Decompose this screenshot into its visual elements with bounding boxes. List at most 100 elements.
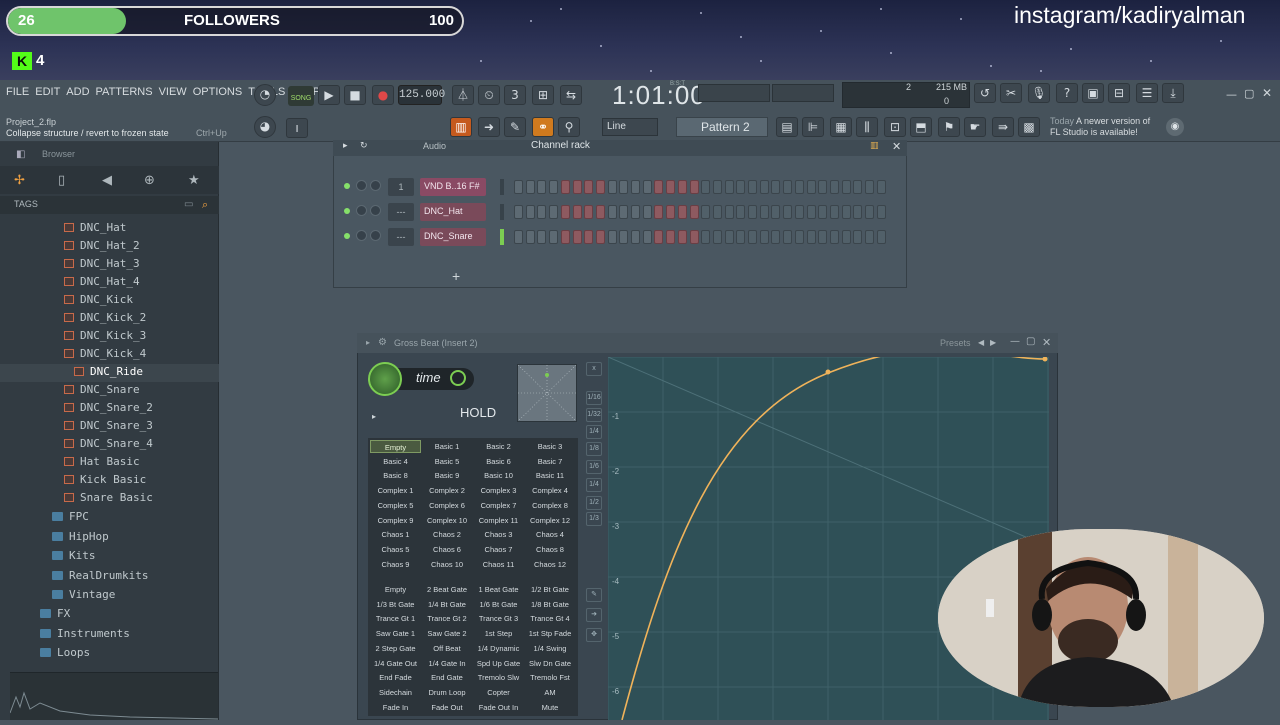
channel-number[interactable]: --- <box>388 203 414 221</box>
volume-preset[interactable]: 2 Beat Gate <box>422 583 473 596</box>
step-edit-icon[interactable]: ⊞ <box>532 85 554 105</box>
gb-maximize-icon[interactable]: ▢ <box>1026 336 1035 347</box>
plugin-db-icon[interactable]: ⚑ <box>938 117 960 137</box>
step-button[interactable] <box>595 205 605 219</box>
prev-preset-icon[interactable]: ◀ <box>978 338 984 347</box>
menu-edit[interactable]: EDIT <box>35 86 60 98</box>
step-button[interactable] <box>771 180 781 194</box>
channel-pan-knob[interactable] <box>356 205 367 216</box>
channel-name-button[interactable]: VND B..16 F# <box>420 178 486 196</box>
step-button[interactable] <box>560 230 570 244</box>
hold-button[interactable]: HOLD <box>460 405 496 425</box>
step-button[interactable] <box>642 180 652 194</box>
time-preset[interactable]: Empty <box>370 440 421 453</box>
browser-file[interactable]: DNC_Kick <box>64 293 133 311</box>
step-button[interactable] <box>759 205 769 219</box>
step-button[interactable] <box>607 230 617 244</box>
minimize-icon[interactable]: — <box>1226 88 1237 101</box>
pattern-selector[interactable]: Pattern 2 <box>676 117 768 137</box>
step-button[interactable] <box>666 180 676 194</box>
search-icon[interactable]: ⌕ <box>202 198 208 212</box>
browser-file[interactable]: DNC_Kick_2 <box>64 311 146 329</box>
step-button[interactable] <box>631 180 640 194</box>
step-button[interactable] <box>631 230 640 244</box>
grid-size-button[interactable]: x <box>586 362 602 376</box>
grid-size-button[interactable]: 1/4 <box>586 478 602 492</box>
gb-gear-icon[interactable]: ⚙ <box>378 337 387 348</box>
step-button[interactable] <box>759 180 769 194</box>
browser-file[interactable]: DNC_Kick_4 <box>64 347 146 365</box>
power-icon[interactable] <box>450 370 466 386</box>
volume-preset[interactable]: 1/4 Swing <box>525 642 576 655</box>
browser-root-folder[interactable]: FX <box>40 607 70 625</box>
grid-size-button[interactable]: 1/3 <box>586 512 602 526</box>
step-button[interactable] <box>853 180 863 194</box>
grid-size-button[interactable]: 1/6 <box>586 460 602 474</box>
volume-preset[interactable]: Fade Out In <box>473 701 524 714</box>
menu-view[interactable]: VIEW <box>159 86 187 98</box>
browser-file[interactable]: DNC_Snare_2 <box>64 401 153 419</box>
channel-rack-icon[interactable]: ▦ <box>830 117 852 137</box>
step-button[interactable] <box>549 205 559 219</box>
tempo-tap-icon[interactable]: ⇛ <box>992 117 1014 137</box>
step-button[interactable] <box>853 205 863 219</box>
time-preset[interactable]: Basic 1 <box>422 440 473 453</box>
volume-preset[interactable]: Slw Dn Gate <box>525 657 576 670</box>
performance-icon[interactable]: ▩ <box>1018 117 1040 137</box>
time-preset[interactable]: Basic 11 <box>525 469 576 482</box>
step-button[interactable] <box>595 180 605 194</box>
step-button[interactable] <box>584 230 594 244</box>
audio-tab-icon[interactable]: ◀ <box>102 173 112 188</box>
browser-file[interactable]: DNC_Hat_2 <box>64 239 140 257</box>
volume-preset[interactable]: End Fade <box>370 671 421 684</box>
step-button[interactable] <box>584 205 594 219</box>
step-button[interactable] <box>631 205 640 219</box>
time-preset[interactable]: Basic 9 <box>422 469 473 482</box>
step-button[interactable] <box>748 205 757 219</box>
step-button[interactable] <box>537 180 547 194</box>
step-button[interactable] <box>818 230 828 244</box>
browser-file[interactable]: DNC_Kick_3 <box>64 329 146 347</box>
step-button[interactable] <box>584 180 594 194</box>
presets-menu[interactable]: Presets <box>940 338 971 348</box>
time-preset[interactable]: Basic 3 <box>525 440 576 453</box>
volume-preset[interactable]: Tremolo Slw <box>473 671 524 684</box>
channel-name-button[interactable]: DNC_Snare <box>420 228 486 246</box>
channel-led[interactable] <box>344 233 350 239</box>
step-button[interactable] <box>794 205 804 219</box>
volume-preset[interactable]: 1 Beat Gate <box>473 583 524 596</box>
gb-minimize-icon[interactable]: — <box>1010 336 1020 347</box>
step-button[interactable] <box>841 205 851 219</box>
pattern-mode-icon[interactable]: ı <box>286 118 308 138</box>
volume-preset[interactable]: Trance Gt 4 <box>525 612 576 625</box>
volume-preset[interactable]: 1/8 Bt Gate <box>525 598 576 611</box>
time-preset[interactable]: Basic 2 <box>473 440 524 453</box>
time-preset[interactable]: Basic 10 <box>473 469 524 482</box>
time-preset[interactable]: Basic 5 <box>422 455 473 468</box>
save-icon[interactable]: ▣ <box>1082 83 1104 103</box>
time-preset[interactable]: Complex 3 <box>473 484 524 497</box>
volume-preset[interactable]: 1/6 Bt Gate <box>473 598 524 611</box>
expand-icon[interactable]: ▸ <box>372 412 376 421</box>
volume-preset[interactable]: Spd Up Gate <box>473 657 524 670</box>
rack-group-label[interactable]: Audio <box>423 141 446 151</box>
step-button[interactable] <box>701 230 711 244</box>
step-button[interactable] <box>619 180 629 194</box>
browser-file[interactable]: DNC_Hat_3 <box>64 257 140 275</box>
all-tab-icon[interactable]: ✢ <box>14 173 25 188</box>
browser-root-folder[interactable]: Loops <box>40 646 90 664</box>
step-button[interactable] <box>607 180 617 194</box>
volume-preset[interactable]: Copter <box>473 686 524 699</box>
stamp-icon[interactable]: ⚲ <box>558 117 580 137</box>
step-button[interactable] <box>724 205 734 219</box>
song-mode-toggle[interactable]: SONG <box>288 86 314 106</box>
step-button[interactable] <box>853 230 863 244</box>
link-icon[interactable]: ⚭ <box>532 117 554 137</box>
browser-file[interactable]: DNC_Snare_4 <box>64 437 153 455</box>
step-button[interactable] <box>724 180 734 194</box>
play-button[interactable]: ▶ <box>318 85 340 105</box>
step-button[interactable] <box>794 230 804 244</box>
stop-button[interactable]: ■ <box>344 85 366 105</box>
step-button[interactable] <box>514 180 523 194</box>
volume-preset[interactable]: 1st Stp Fade <box>525 627 576 640</box>
